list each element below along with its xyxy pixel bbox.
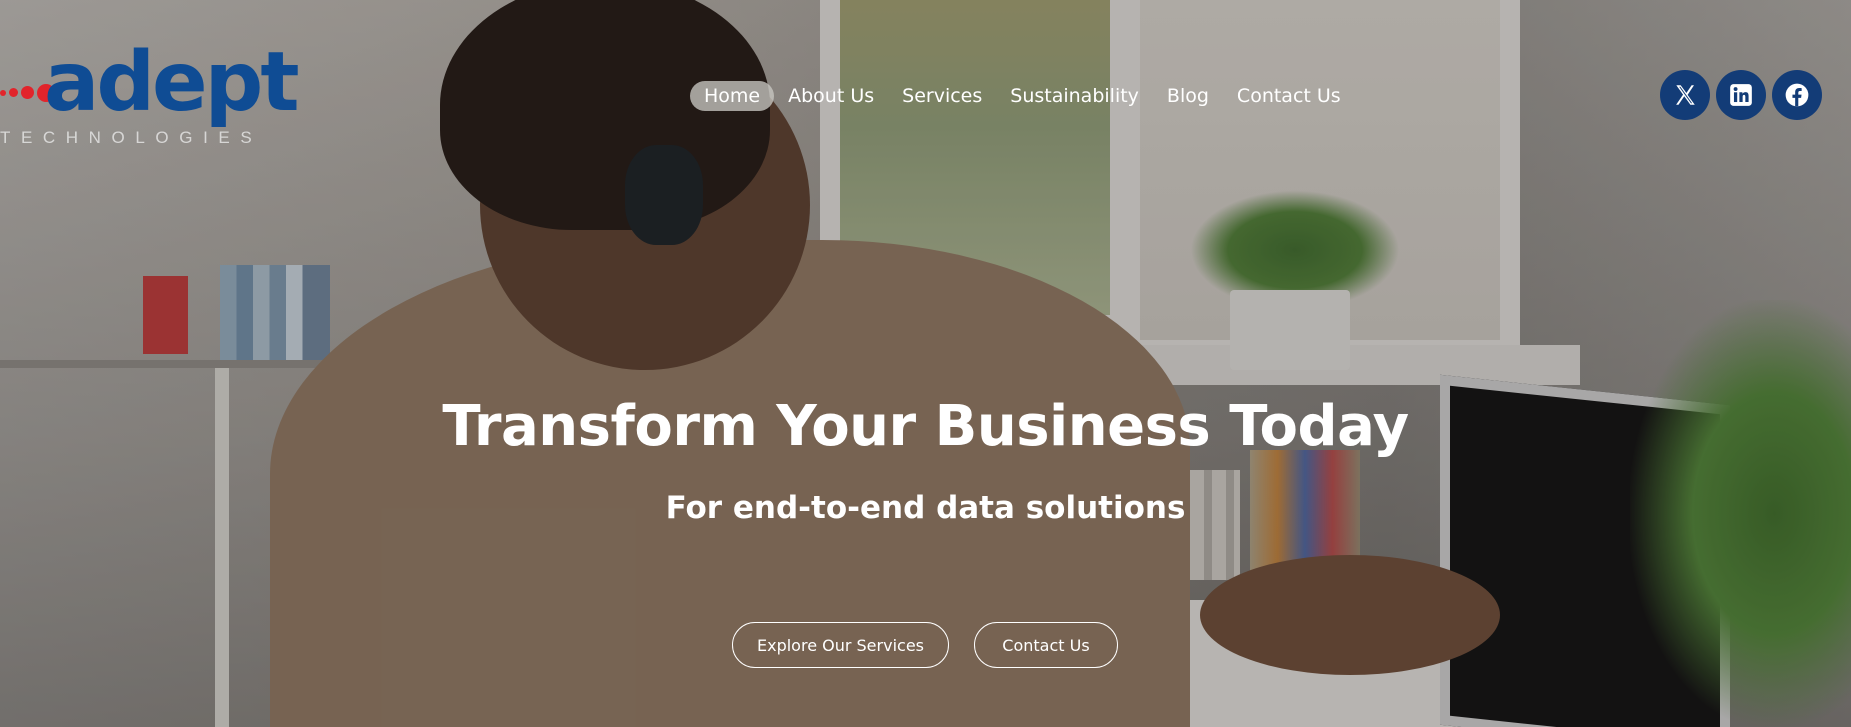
nav-item-services[interactable]: Services — [888, 81, 996, 111]
hero-subheadline: For end-to-end data solutions — [665, 490, 1186, 526]
nav-item-blog[interactable]: Blog — [1153, 81, 1223, 111]
nav-item-home[interactable]: Home — [690, 81, 775, 111]
linkedin-icon — [1730, 84, 1752, 106]
nav-item-about-us[interactable]: About Us — [774, 81, 888, 111]
nav-item-contact-us[interactable]: Contact Us — [1223, 81, 1355, 111]
facebook-icon — [1785, 83, 1809, 107]
x-twitter-link[interactable] — [1660, 70, 1710, 120]
x-twitter-icon — [1676, 85, 1695, 105]
contact-us-button[interactable]: Contact Us — [974, 622, 1118, 668]
linkedin-link[interactable] — [1716, 70, 1766, 120]
main-nav: Home About Us Services Sustainability Bl… — [690, 80, 1355, 112]
nav-item-sustainability[interactable]: Sustainability — [996, 81, 1153, 111]
logo-wordmark: adept — [44, 35, 300, 130]
hero-headline: Transform Your Business Today — [442, 394, 1409, 459]
logo-tagline: TECHNOLOGIES — [0, 128, 263, 147]
explore-services-button[interactable]: Explore Our Services — [732, 622, 949, 668]
site-logo[interactable]: adept TECHNOLOGIES — [0, 42, 300, 152]
facebook-link[interactable] — [1772, 70, 1822, 120]
